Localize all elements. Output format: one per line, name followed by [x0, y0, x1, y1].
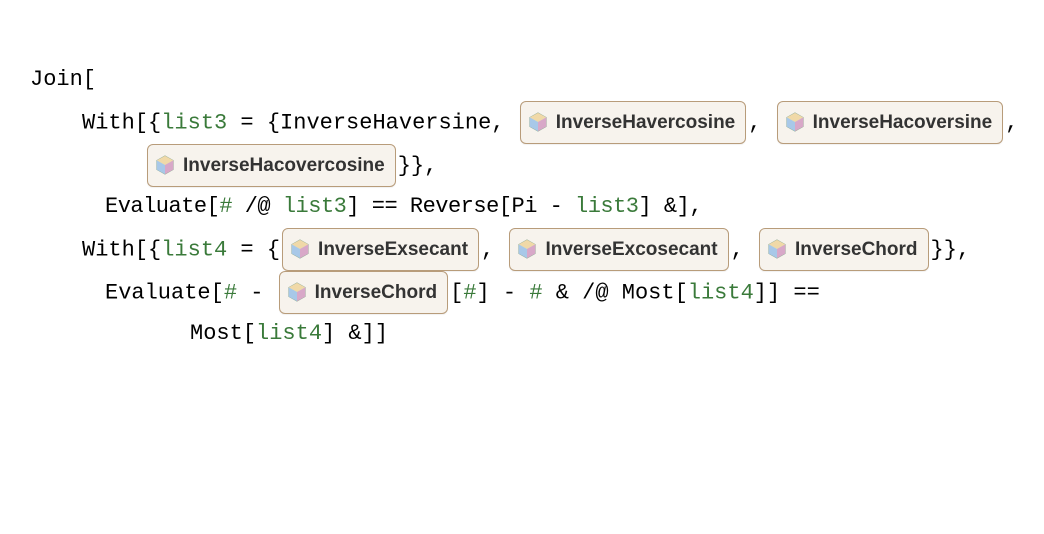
with-open-2: With[{: [82, 237, 161, 262]
resource-function-inverseexsecant[interactable]: InverseExsecant: [282, 228, 479, 271]
resource-icon: [516, 238, 538, 260]
slot-hash: #: [219, 194, 232, 219]
code-line-6: Evaluate[# - InverseChord[#] - # & /@ Mo…: [30, 271, 1014, 314]
symbol-list3: list3: [161, 110, 227, 135]
sep-2: ,: [731, 237, 757, 262]
symbol-list4-a: list4: [688, 280, 754, 305]
text-mid: = {InverseHaversine,: [227, 110, 517, 135]
minus-1: -: [237, 280, 277, 305]
sep-1: ,: [481, 237, 507, 262]
resource-icon: [286, 281, 308, 303]
slot-hash-a: #: [224, 280, 237, 305]
symbol-list4: list4: [161, 237, 227, 262]
symbol-list4-b: list4: [256, 321, 322, 346]
code-line-3: InverseHacovercosine}},: [30, 144, 1014, 187]
code-line-2: With[{list3 = {InverseHaversine, Inverse…: [30, 101, 1014, 144]
close-eq: ]] ==: [754, 280, 820, 305]
resource-icon: [527, 111, 549, 133]
resource-icon: [154, 154, 176, 176]
resource-label: InverseChord: [315, 275, 437, 310]
resource-function-inversechord-2[interactable]: InverseChord: [279, 271, 448, 314]
eq-open-brace: = {: [227, 237, 280, 262]
resource-label: InverseHavercosine: [556, 105, 736, 140]
resource-function-inversehacoversine[interactable]: InverseHacoversine: [777, 101, 1004, 144]
evaluate-open-2: Evaluate[: [105, 280, 224, 305]
comma-trail: ,: [1005, 110, 1018, 135]
resource-icon: [289, 238, 311, 260]
slot-hash-b: #: [463, 280, 476, 305]
resource-label: InverseExcosecant: [545, 232, 717, 267]
resource-icon: [784, 111, 806, 133]
close-braces: }},: [398, 153, 438, 178]
most-open: Most[: [190, 321, 256, 346]
slot-hash-c: #: [529, 280, 542, 305]
resource-function-inverseexcosecant[interactable]: InverseExcosecant: [509, 228, 728, 271]
code-line-1: Join[: [30, 60, 1014, 101]
comma: ,: [748, 110, 774, 135]
map-most: & /@ Most[: [543, 280, 688, 305]
close-minus: ] -: [477, 280, 530, 305]
eq-reverse: ] == Reverse[Pi -: [346, 194, 575, 219]
with-open: With[{: [82, 110, 161, 135]
map-op: /@: [232, 194, 283, 219]
open-bracket: [: [450, 280, 463, 305]
function-join: Join[: [30, 67, 96, 92]
resource-label: InverseHacoversine: [813, 105, 993, 140]
code-line-5: With[{list4 = { InverseExsecant, InverseE…: [30, 228, 1014, 271]
resource-function-inversehacovercosine[interactable]: InverseHacovercosine: [147, 144, 396, 187]
evaluate-open: Evaluate[: [105, 194, 219, 219]
resource-label: InverseHacovercosine: [183, 148, 385, 183]
resource-label: InverseChord: [795, 232, 917, 267]
resource-icon: [766, 238, 788, 260]
code-line-4: Evaluate[# /@ list3] == Reverse[Pi - lis…: [30, 187, 1014, 228]
resource-function-inversechord[interactable]: InverseChord: [759, 228, 928, 271]
symbol-list3-b: list3: [575, 194, 639, 219]
symbol-list3-a: list3: [283, 194, 347, 219]
close-braces-2: }},: [931, 237, 971, 262]
resource-function-inversehavercosine[interactable]: InverseHavercosine: [520, 101, 747, 144]
code-line-7: Most[list4] &]]: [30, 314, 1014, 355]
close-fn: ] &],: [639, 194, 703, 219]
close-all: ] &]]: [322, 321, 388, 346]
resource-label: InverseExsecant: [318, 232, 468, 267]
